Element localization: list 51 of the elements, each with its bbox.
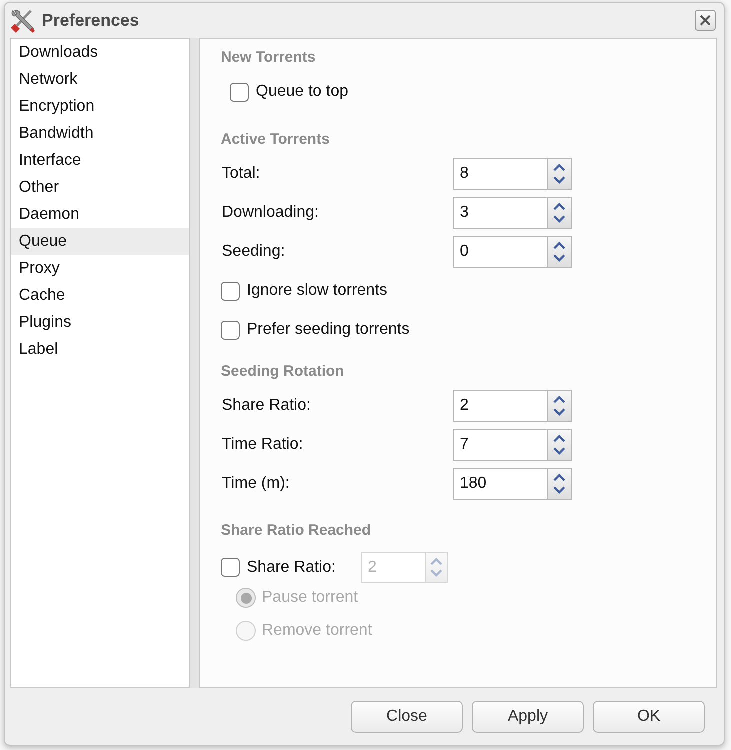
- sidebar-item[interactable]: Network: [11, 66, 189, 93]
- spin-button[interactable]: [547, 390, 572, 422]
- checkbox[interactable]: [221, 558, 240, 577]
- checkbox[interactable]: [221, 320, 240, 340]
- checkbox[interactable]: [221, 282, 240, 300]
- sidebar-item[interactable]: Daemon: [11, 201, 189, 228]
- sidebar-item[interactable]: Downloads: [11, 39, 189, 66]
- checkbox-label: Ignore slow torrents: [247, 282, 388, 300]
- field-label: Share Ratio:: [221, 397, 312, 415]
- field-label: Time Ratio:: [221, 436, 304, 454]
- spin-button[interactable]: [547, 429, 572, 461]
- section-heading: Share Ratio Reached: [221, 521, 372, 541]
- spin-button[interactable]: [547, 158, 572, 190]
- window-title: Preferences: [42, 10, 140, 30]
- checkbox-label: Queue to top: [256, 83, 349, 101]
- spin-button[interactable]: [547, 197, 572, 229]
- sidebar-item[interactable]: Cache: [11, 282, 189, 309]
- section-heading: New Torrents: [221, 48, 317, 68]
- sidebar-item[interactable]: Label: [11, 336, 189, 363]
- radio-label: Pause torrent: [262, 589, 358, 607]
- tools-icon: [10, 8, 36, 34]
- field-label: Seeding:: [221, 243, 286, 261]
- spin-button[interactable]: [547, 468, 572, 500]
- sidebar-item[interactable]: Plugins: [11, 309, 189, 336]
- number-field[interactable]: 3: [453, 197, 547, 229]
- sidebar-item[interactable]: Proxy: [11, 255, 189, 282]
- number-field[interactable]: 0: [453, 236, 547, 268]
- sidebar-item[interactable]: Other: [11, 174, 189, 201]
- section-heading: Seeding Rotation: [221, 362, 346, 382]
- sidebar-item[interactable]: Interface: [11, 147, 189, 174]
- sidebar-item[interactable]: Encryption: [11, 93, 189, 120]
- field-label: Time (m):: [221, 475, 291, 493]
- close-button[interactable]: [695, 10, 716, 31]
- checkbox-label: Prefer seeding torrents: [247, 321, 410, 339]
- close-icon: [699, 14, 712, 27]
- dialog-button[interactable]: OK: [593, 700, 705, 732]
- sidebar-item[interactable]: Queue: [11, 228, 189, 255]
- number-field[interactable]: 2: [453, 390, 547, 422]
- dialog-button[interactable]: Apply: [472, 700, 584, 732]
- section-heading: Active Torrents: [221, 130, 331, 150]
- spin-button[interactable]: [547, 236, 572, 268]
- field-label: Total:: [221, 165, 262, 183]
- number-field[interactable]: 8: [453, 158, 547, 190]
- number-field[interactable]: 7: [453, 429, 547, 461]
- radio-label: Remove torrent: [262, 622, 372, 640]
- number-field[interactable]: 180: [453, 468, 547, 500]
- dialog-button[interactable]: Close: [351, 700, 463, 732]
- field-label: Downloading:: [221, 204, 320, 222]
- checkbox[interactable]: [230, 82, 249, 102]
- sidebar-item[interactable]: Bandwidth: [11, 120, 189, 147]
- checkbox-label: Share Ratio:: [247, 558, 337, 576]
